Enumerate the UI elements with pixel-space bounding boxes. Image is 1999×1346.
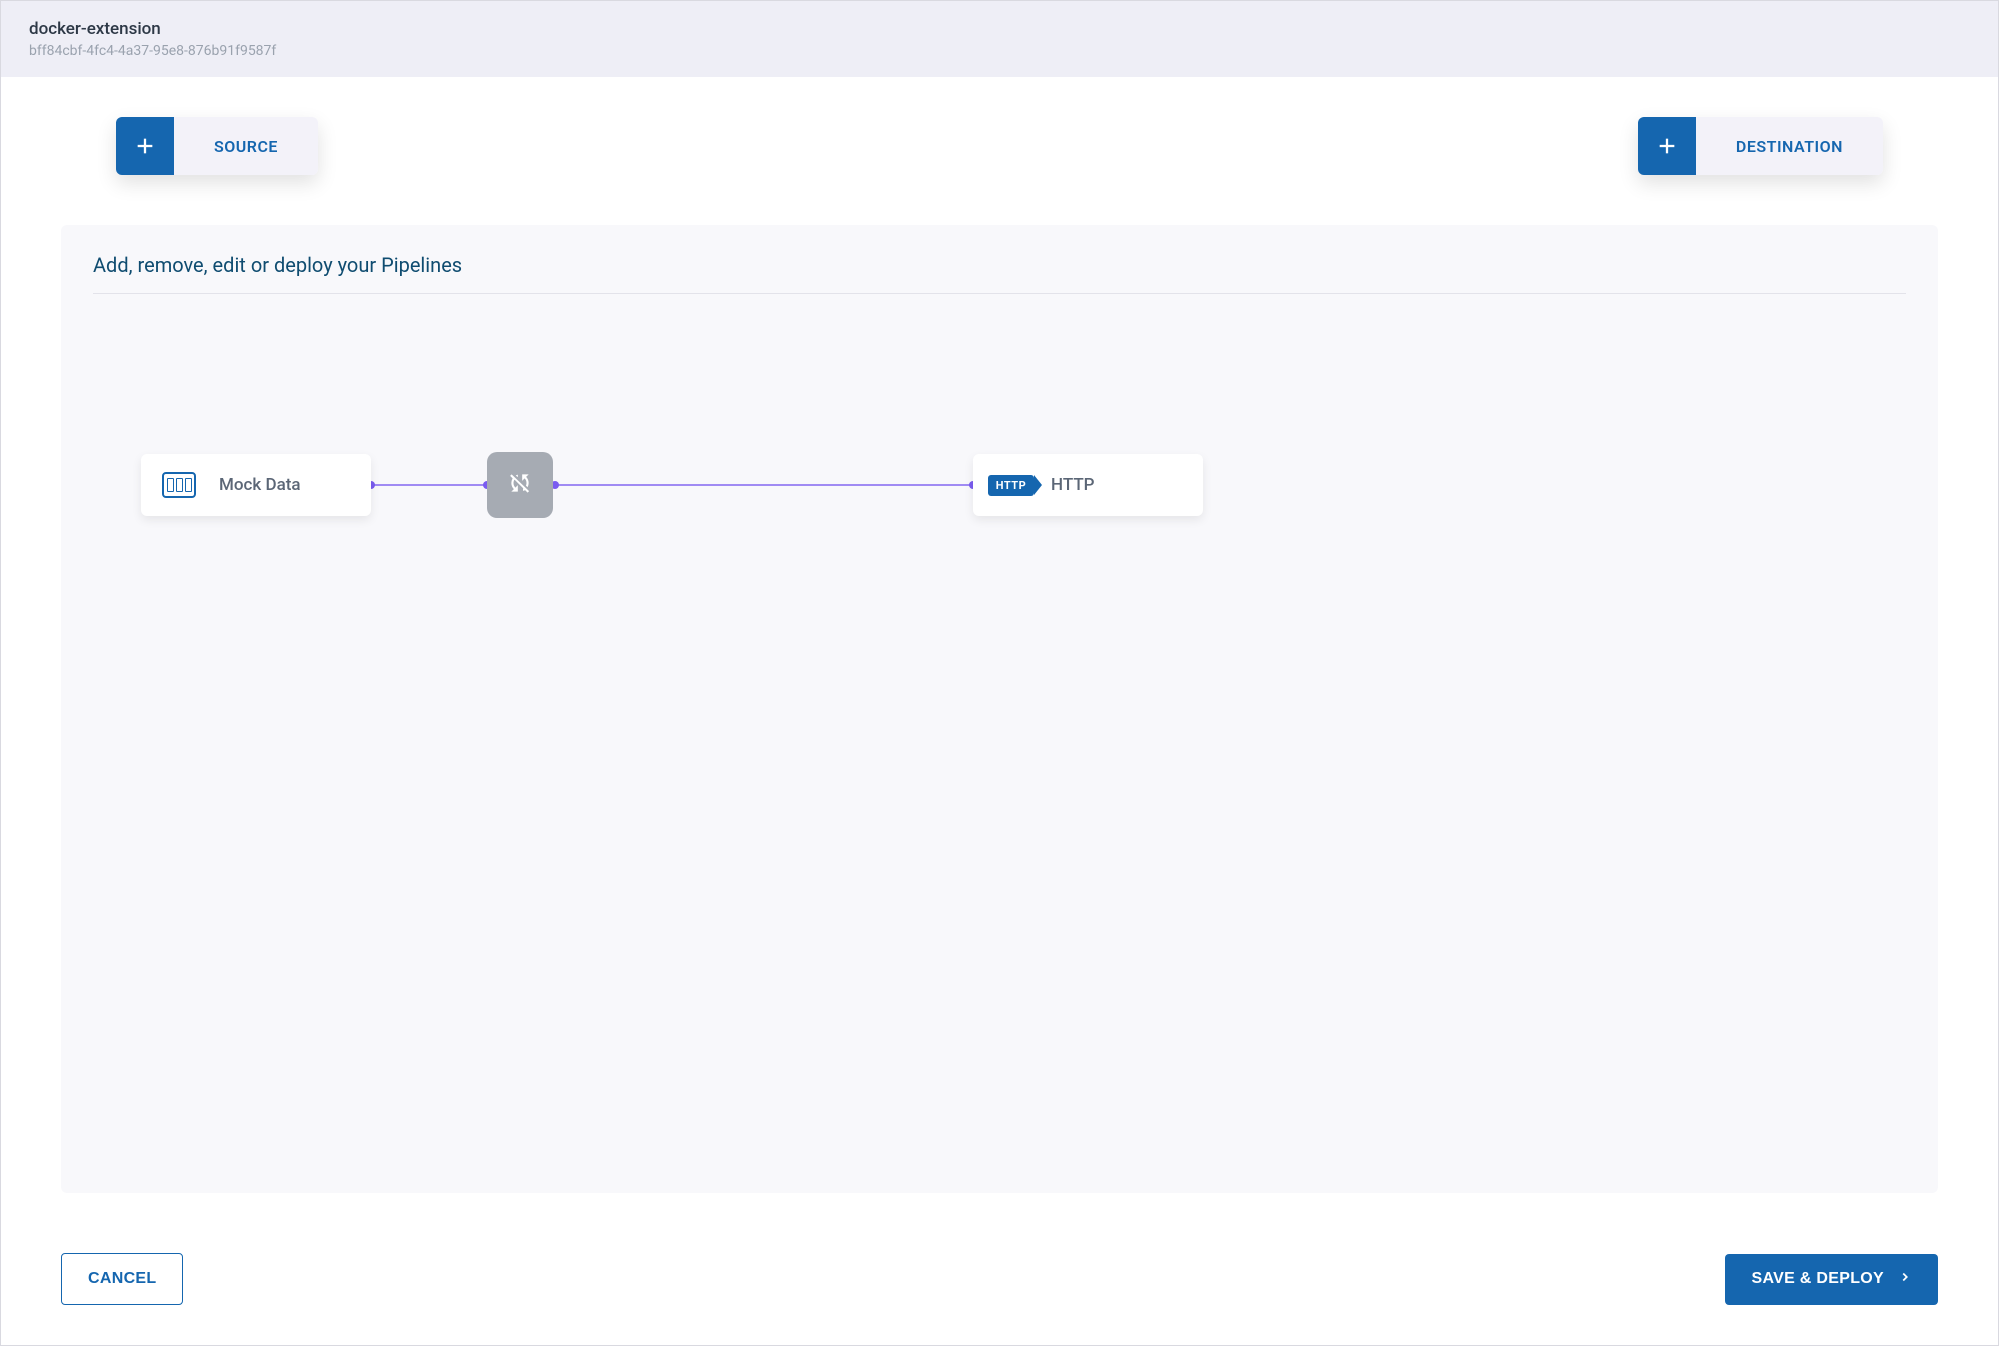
pipeline-node-source-label: Mock Data <box>219 475 301 495</box>
pipeline-node-destination-label: HTTP <box>1051 475 1095 495</box>
panel-title: Add, remove, edit or deploy your Pipelin… <box>93 253 1906 294</box>
sync-disabled-icon <box>507 470 533 500</box>
pipeline-node-source[interactable]: Mock Data <box>141 454 371 516</box>
header-title: docker-extension <box>29 19 1970 39</box>
header: docker-extension bff84cbf-4fc4-4a37-95e8… <box>1 1 1998 77</box>
header-subtitle: bff84cbf-4fc4-4a37-95e8-876b91f9587f <box>29 43 1970 59</box>
pipeline-node-destination[interactable]: HTTP HTTP <box>973 454 1203 516</box>
pipeline-canvas[interactable]: Mock Data HTTP HTTP <box>93 294 1906 1153</box>
chevron-right-icon <box>1898 1270 1912 1289</box>
pipeline-node-transform[interactable] <box>487 452 553 518</box>
content: SOURCE DESTINATION Add, remove, edit or … <box>1 77 1998 1223</box>
app-root: docker-extension bff84cbf-4fc4-4a37-95e8… <box>0 0 1999 1346</box>
pipeline-panel: Add, remove, edit or deploy your Pipelin… <box>61 225 1938 1193</box>
top-buttons-row: SOURCE DESTINATION <box>116 117 1883 175</box>
add-source-label: SOURCE <box>174 117 318 175</box>
add-source-button[interactable]: SOURCE <box>116 117 318 175</box>
add-destination-label: DESTINATION <box>1696 117 1883 175</box>
plus-icon <box>1638 117 1696 175</box>
add-destination-button[interactable]: DESTINATION <box>1638 117 1883 175</box>
save-deploy-label: SAVE & DEPLOY <box>1751 1270 1884 1288</box>
footer: CANCEL SAVE & DEPLOY <box>1 1223 1998 1345</box>
http-icon: HTTP <box>993 471 1029 499</box>
cancel-button[interactable]: CANCEL <box>61 1253 183 1305</box>
mock-data-icon <box>161 471 197 499</box>
plus-icon <box>116 117 174 175</box>
connector-line <box>371 484 487 486</box>
save-deploy-button[interactable]: SAVE & DEPLOY <box>1725 1254 1938 1305</box>
connector-line <box>553 484 973 486</box>
